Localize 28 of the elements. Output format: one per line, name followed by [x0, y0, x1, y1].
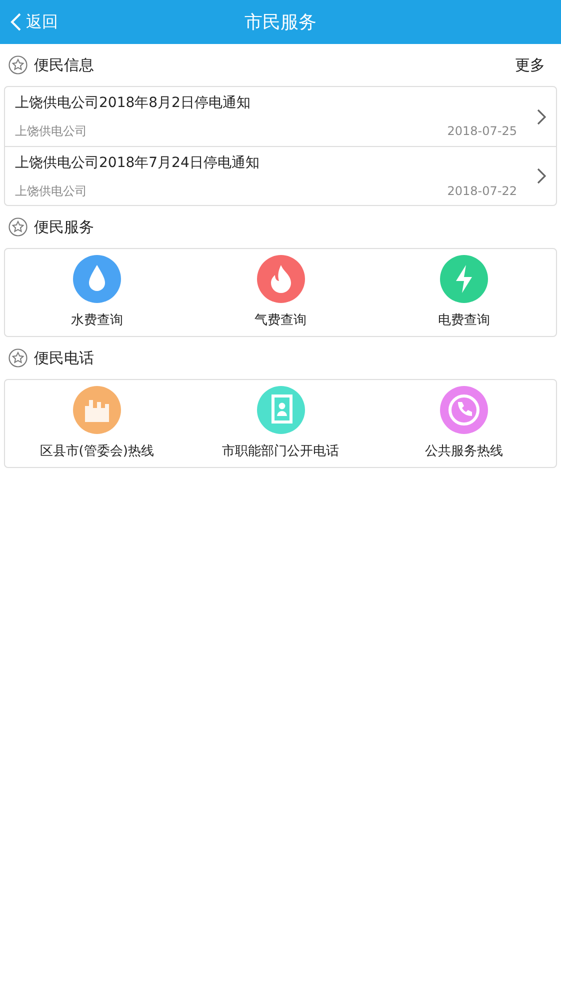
section-title: 便民服务: [34, 216, 94, 238]
back-icon: [10, 12, 22, 32]
phone-icon[interactable]: [440, 386, 488, 434]
news-date: 2018-07-25: [447, 123, 517, 140]
news-item[interactable]: 上饶供电公司2018年8月2日停电通知 上饶供电公司 2018-07-25: [5, 87, 556, 146]
section-title: 便民信息: [34, 54, 94, 76]
city-icon[interactable]: [72, 386, 121, 434]
news-source: 上饶供电公司: [15, 123, 87, 140]
news-title: 上饶供电公司2018年8月2日停电通知: [15, 94, 252, 113]
grid-label[interactable]: 水费查询: [70, 310, 123, 330]
doc-icon[interactable]: [256, 386, 304, 434]
grid-label[interactable]: 电费查询: [438, 310, 490, 330]
grid-label[interactable]: 区县市(管委会)热线: [40, 442, 154, 462]
chevron-icon: [537, 168, 546, 184]
grid-label[interactable]: 市职能部门公开电话: [222, 442, 339, 462]
grid-label[interactable]: 公共服务热线: [425, 442, 504, 462]
chevron-icon: [537, 108, 546, 124]
gas-icon[interactable]: [256, 254, 304, 303]
water-icon[interactable]: [72, 254, 121, 303]
news-item[interactable]: 上饶供电公司2018年7月24日停电通知 上饶供电公司 2018-07-22: [5, 146, 556, 205]
power-icon[interactable]: [440, 254, 488, 303]
news-source: 上饶供电公司: [15, 182, 87, 200]
grid-label[interactable]: 气费查询: [254, 310, 306, 330]
news-date: 2018-07-22: [447, 182, 517, 200]
more-link[interactable]: 更多: [515, 54, 545, 76]
section-title: 便民电话: [34, 348, 94, 369]
page-title: 市民服务: [244, 10, 316, 34]
news-title: 上饶供电公司2018年7月24日停电通知: [15, 154, 260, 172]
